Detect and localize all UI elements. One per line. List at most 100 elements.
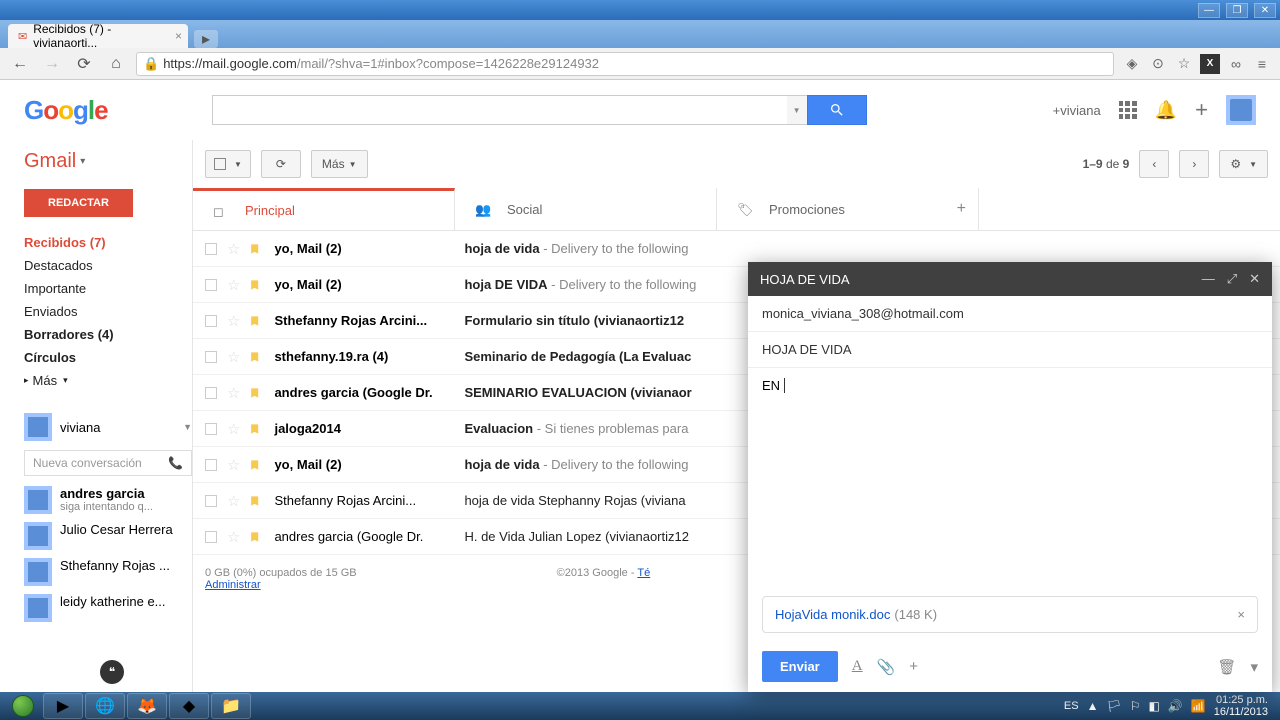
star-icon[interactable]: ☆ [227,276,240,294]
close-window-button[interactable]: ✕ [1254,3,1276,18]
nav-sent[interactable]: Enviados [24,300,192,323]
attachment-remove-icon[interactable]: × [1237,607,1245,622]
format-icon[interactable]: A [852,658,863,675]
insert-plus-icon[interactable]: + [909,658,918,675]
taskbar-media[interactable]: ▶ [43,693,83,719]
tray-icon[interactable]: ◧ [1149,699,1160,713]
browser-tab[interactable]: ✉ Recibidos (7) - vivianaorti... × [8,24,188,48]
manage-storage-link[interactable]: Administrar [205,579,261,591]
compose-minimize-icon[interactable]: — [1202,271,1215,287]
tab-close-icon[interactable]: × [175,29,182,43]
action-center-icon[interactable]: ⚐ [1130,699,1141,713]
taskbar-firefox[interactable]: 🦊 [127,693,167,719]
taskbar-app[interactable]: ◆ [169,693,209,719]
user-avatar[interactable] [1226,95,1256,125]
label-icon[interactable] [250,386,264,400]
email-checkbox[interactable] [205,495,217,507]
compose-to-field[interactable]: monica_viviana_308@hotmail.com [748,296,1272,332]
gmail-product-menu[interactable]: Gmail [24,150,192,173]
label-icon[interactable] [250,278,264,292]
bookmark-icon[interactable]: ☆ [1174,54,1194,74]
star-icon[interactable]: ☆ [227,456,240,474]
compose-subject-field[interactable]: HOJA DE VIDA [748,332,1272,368]
label-icon[interactable] [250,350,264,364]
clock[interactable]: 01:25 p.m. 16/11/2013 [1214,694,1268,718]
home-button[interactable]: ⌂ [104,52,128,76]
more-options-icon[interactable]: ▾ [1250,658,1258,676]
nav-more[interactable]: Más▾ [24,369,192,392]
new-conversation-input[interactable]: Nueva conversación 📞 [24,450,192,476]
chat-self[interactable]: viviana ▼ [24,410,192,444]
nav-drafts[interactable]: Borradores (4) [24,323,192,346]
nav-starred[interactable]: Destacados [24,254,192,277]
label-icon[interactable] [250,242,264,256]
apps-icon[interactable] [1119,101,1137,119]
star-icon[interactable]: ☆ [227,528,240,546]
chat-contact[interactable]: Sthefanny Rojas ... [24,554,192,590]
hangouts-icon[interactable]: ❝ [100,660,124,684]
ext-icon[interactable]: X [1200,54,1220,74]
search-input[interactable] [212,95,787,125]
email-checkbox[interactable] [205,531,217,543]
label-icon[interactable] [250,314,264,328]
taskbar-explorer[interactable]: 📁 [211,693,251,719]
back-button[interactable]: ← [8,52,32,76]
ext-icon[interactable]: ⊙ [1148,54,1168,74]
plus-user-link[interactable]: +viviana [1053,103,1101,118]
select-all-checkbox[interactable]: ▼ [205,150,251,178]
chevron-down-icon[interactable]: ▼ [183,422,192,432]
email-checkbox[interactable] [205,459,217,471]
add-tab-button[interactable]: + [957,200,966,218]
chat-contact[interactable]: Julio Cesar Herrera [24,518,192,554]
refresh-button[interactable]: ⟳ [261,150,301,178]
nav-important[interactable]: Importante [24,277,192,300]
star-icon[interactable]: ☆ [227,240,240,258]
url-input[interactable]: 🔒 https://mail.google.com /mail/?shva=1#… [136,52,1114,76]
lang-indicator[interactable]: ES [1064,700,1079,712]
minimize-button[interactable]: — [1198,3,1220,18]
email-checkbox[interactable] [205,243,217,255]
tab-social[interactable]: 👥 Social [455,188,717,230]
label-icon[interactable] [250,530,264,544]
terms-link[interactable]: Té [637,567,650,579]
email-checkbox[interactable] [205,423,217,435]
email-checkbox[interactable] [205,315,217,327]
compose-body[interactable]: EN [748,368,1272,588]
notifications-icon[interactable]: 🔔 [1155,100,1177,121]
star-icon[interactable]: ☆ [227,312,240,330]
compose-header[interactable]: HOJA DE VIDA — ⤢ ✕ [748,262,1272,296]
chat-contact[interactable]: andres garciasiga intentando q... [24,482,192,518]
send-button[interactable]: Enviar [762,651,838,682]
star-icon[interactable]: ☆ [227,384,240,402]
compose-close-icon[interactable]: ✕ [1249,271,1260,287]
flag-icon[interactable]: 🏳 [1107,699,1122,713]
label-icon[interactable] [250,458,264,472]
label-icon[interactable] [250,494,264,508]
start-button[interactable] [4,692,42,720]
maximize-button[interactable]: ❐ [1226,3,1248,18]
pager-next-button[interactable]: › [1179,150,1209,178]
forward-button[interactable]: → [40,52,64,76]
chat-contact[interactable]: leidy katherine e... [24,590,192,626]
star-icon[interactable]: ☆ [227,420,240,438]
compose-expand-icon[interactable]: ⤢ [1227,271,1237,287]
share-plus-button[interactable]: + [1195,97,1208,123]
label-icon[interactable] [250,422,264,436]
star-icon[interactable]: ☆ [227,492,240,510]
menu-icon[interactable]: ≡ [1252,54,1272,74]
email-checkbox[interactable] [205,387,217,399]
tray-icon[interactable]: ▲ [1087,699,1099,713]
tab-promotions[interactable]: 🏷 Promociones + [717,188,979,230]
search-button[interactable] [807,95,867,125]
ext-icon[interactable]: ∞ [1226,54,1246,74]
trash-icon[interactable]: 🗑 [1217,658,1236,676]
star-icon[interactable]: ☆ [227,348,240,366]
tab-primary[interactable]: ◻ Principal [193,188,455,230]
wifi-icon[interactable]: 📶 [1191,699,1206,713]
email-checkbox[interactable] [205,351,217,363]
settings-button[interactable]: ⚙▼ [1219,150,1268,178]
reload-button[interactable]: ⟳ [72,52,96,76]
ext-icon[interactable]: ◈ [1122,54,1142,74]
taskbar-chrome[interactable]: 🌐 [85,693,125,719]
email-checkbox[interactable] [205,279,217,291]
